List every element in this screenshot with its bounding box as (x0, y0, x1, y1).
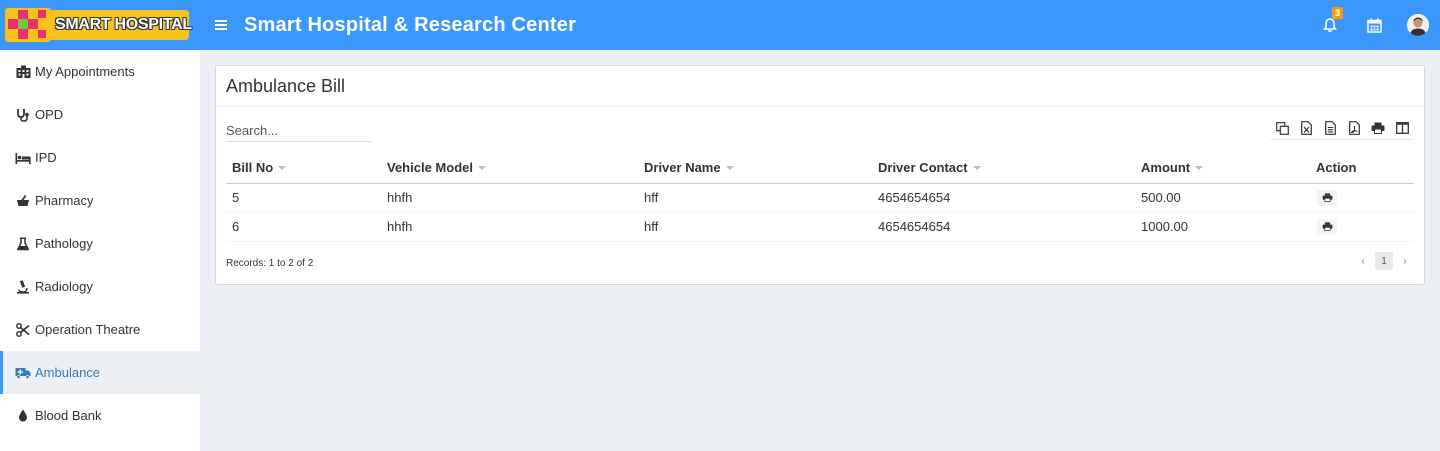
user-menu-button[interactable] (1396, 0, 1440, 50)
column-header-driver-name[interactable]: Driver Name (638, 152, 872, 184)
logo-cross-icon (5, 8, 51, 42)
sort-caret-icon (725, 166, 734, 171)
excel-file-icon (1300, 121, 1312, 135)
blood-drop-icon (15, 409, 31, 423)
cell-amount: 1000.00 (1135, 212, 1310, 242)
cell-vehicle-model: hhfh (381, 183, 638, 213)
records-info: Records: 1 to 2 of 2 (226, 258, 314, 269)
column-header-vehicle-model[interactable]: Vehicle Model (381, 152, 638, 184)
stethoscope-icon (15, 108, 31, 122)
bell-icon (1323, 18, 1337, 32)
avatar (1407, 14, 1429, 36)
cell-driver-name: hff (638, 212, 872, 242)
pdf-export-button[interactable] (1342, 118, 1366, 138)
column-header-amount[interactable]: Amount (1135, 152, 1310, 184)
sort-caret-icon (972, 166, 981, 171)
csv-export-button[interactable] (1318, 118, 1342, 138)
column-header-action: Action (1310, 152, 1414, 184)
ambulance-bill-panel: Ambulance Bill Bill No Vehicle Mode (215, 65, 1425, 285)
panel-header: Ambulance Bill (216, 66, 1424, 107)
sidebar-item-label: OPD (35, 107, 64, 122)
sidebar-item-label: Ambulance (35, 365, 101, 380)
excel-export-button[interactable] (1294, 118, 1318, 138)
cell-driver-name: hff (638, 183, 872, 213)
sidebar-item-label: IPD (35, 150, 57, 165)
hospital-building-icon (15, 65, 31, 79)
pagination-prev-button[interactable]: ‹ (1354, 252, 1372, 270)
export-toolbar (1270, 118, 1414, 140)
app-title: Smart Hospital & Research Center (244, 13, 577, 36)
sidebar-toggle-button[interactable] (213, 0, 229, 50)
cell-bill-no: 6 (226, 212, 381, 242)
sidebar-item-my-appointments[interactable]: My Appointments (0, 50, 200, 93)
columns-icon (1395, 122, 1409, 134)
cell-action (1310, 212, 1414, 242)
sidebar-item-label: Radiology (35, 279, 93, 294)
sidebar: My Appointments OPD IPD Pharmacy Patholo… (0, 50, 200, 451)
calendar-icon (1366, 18, 1382, 33)
sidebar-item-label: Operation Theatre (35, 322, 141, 337)
copy-icon (1275, 121, 1289, 135)
column-visibility-button[interactable] (1390, 118, 1414, 138)
notifications-button[interactable]: 3 (1308, 0, 1352, 50)
print-button[interactable] (1366, 118, 1390, 138)
microscope-icon (15, 279, 31, 294)
sidebar-item-ambulance[interactable]: Ambulance (0, 351, 200, 394)
cell-driver-contact: 4654654654 (872, 212, 1135, 242)
flask-icon (15, 237, 31, 251)
sidebar-item-operation-theatre[interactable]: Operation Theatre (0, 308, 200, 351)
printer-icon (1371, 122, 1385, 134)
sidebar-item-label: Blood Bank (35, 408, 102, 423)
pdf-file-icon (1348, 121, 1360, 135)
row-print-button[interactable] (1317, 189, 1337, 206)
sidebar-item-label: My Appointments (35, 64, 135, 79)
cell-amount: 500.00 (1135, 183, 1310, 213)
table-row: 6 hhfh hff 4654654654 1000.00 (226, 212, 1414, 242)
sidebar-item-blood-bank[interactable]: Blood Bank (0, 394, 200, 437)
pagination-next-button[interactable]: › (1396, 252, 1414, 270)
sort-caret-icon (1195, 166, 1204, 171)
text-file-icon (1324, 121, 1336, 135)
scissors-icon (15, 322, 31, 337)
pagination: ‹ 1 › (1354, 252, 1414, 270)
notification-count-badge: 3 (1332, 7, 1343, 19)
logo-badge: SMART HOSPITAL (5, 8, 192, 42)
ambulance-icon (15, 366, 31, 380)
page-title: Ambulance Bill (226, 75, 346, 96)
bed-icon (15, 151, 31, 165)
cell-driver-contact: 4654654654 (872, 183, 1135, 213)
sort-caret-icon (278, 166, 287, 171)
cell-action (1310, 183, 1414, 213)
sidebar-item-radiology[interactable]: Radiology (0, 265, 200, 308)
cell-vehicle-model: hhfh (381, 212, 638, 242)
column-header-driver-contact[interactable]: Driver Contact (872, 152, 1135, 184)
sidebar-item-opd[interactable]: OPD (0, 93, 200, 136)
pagination-page-button[interactable]: 1 (1375, 252, 1393, 270)
row-print-button[interactable] (1317, 218, 1337, 235)
sidebar-item-pharmacy[interactable]: Pharmacy (0, 179, 200, 222)
top-header: SMART HOSPITAL Smart Hospital & Research… (0, 0, 1440, 50)
table-header-row: Bill No Vehicle Model Driver Name Driver… (226, 152, 1414, 184)
calendar-button[interactable] (1352, 0, 1396, 50)
printer-icon (1322, 222, 1332, 231)
sidebar-item-pathology[interactable]: Pathology (0, 222, 200, 265)
table-row: 5 hhfh hff 4654654654 500.00 (226, 183, 1414, 213)
search-input[interactable] (226, 120, 372, 142)
cell-bill-no: 5 (226, 183, 381, 213)
sort-caret-icon (477, 166, 486, 171)
mortar-pestle-icon (15, 194, 31, 208)
printer-icon (1322, 193, 1332, 202)
sidebar-item-label: Pharmacy (35, 193, 94, 208)
sidebar-item-label: Pathology (35, 236, 93, 251)
ambulance-bill-table: Bill No Vehicle Model Driver Name Driver… (226, 152, 1414, 242)
hamburger-icon (215, 20, 227, 30)
copy-button[interactable] (1270, 118, 1294, 138)
sidebar-item-ipd[interactable]: IPD (0, 136, 200, 179)
column-header-bill-no[interactable]: Bill No (226, 152, 381, 184)
logo[interactable]: SMART HOSPITAL (0, 0, 200, 50)
logo-text: SMART HOSPITAL (55, 16, 192, 33)
